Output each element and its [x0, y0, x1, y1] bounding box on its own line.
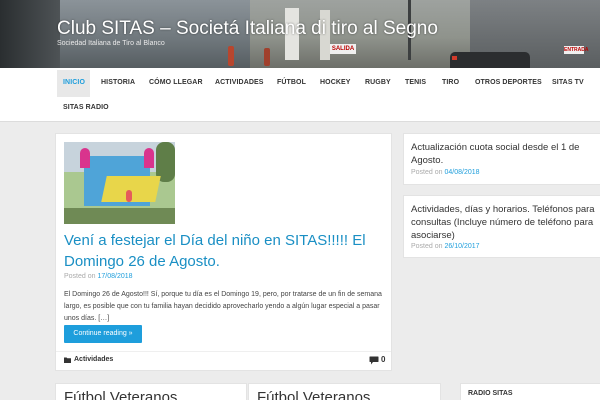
nav-item-rugby[interactable]: RUGBY	[365, 79, 391, 86]
sidebar-post: Actividades, días y horarios. Teléfonos …	[403, 195, 600, 258]
widget-title: RADIO SITAS	[468, 390, 513, 397]
nav-item-futbol[interactable]: FÚTBOL	[277, 79, 306, 86]
sidebar-post-title[interactable]: Actualización cuota social desde el 1 de…	[411, 141, 600, 167]
post-card-futbol-veteranos: Fútbol Veteranos	[55, 383, 247, 400]
sidebar-post: Actualización cuota social desde el 1 de…	[403, 133, 600, 185]
site-title[interactable]: Club SITAS – Societá Italiana di tiro al…	[57, 18, 438, 40]
nav-item-otros-deportes[interactable]: OTROS DEPORTES	[475, 79, 542, 86]
main-navigation	[0, 68, 600, 122]
header-photo-car-light	[452, 56, 457, 60]
comment-count[interactable]: 0	[381, 355, 385, 364]
post-date[interactable]: 17/08/2018	[97, 273, 132, 280]
nav-item-como-llegar[interactable]: CÓMO LLEGAR	[149, 79, 203, 86]
site-description: Sociedad Italiana de Tiro al Blanco	[57, 40, 165, 47]
nav-item-inicio[interactable]: INICIO	[63, 79, 85, 86]
nav-item-sitas-tv[interactable]: SITAS TV	[552, 79, 584, 86]
thumbnail-castle-tower	[144, 148, 154, 168]
nav-item-historia[interactable]: HISTORIA	[101, 79, 135, 86]
post-category-link[interactable]: Actividades	[74, 356, 113, 363]
sidebar-post-date[interactable]: 04/08/2018	[444, 169, 479, 176]
post-footer: Actividades 0	[56, 351, 391, 370]
post-meta: Posted on 17/08/2018	[64, 273, 133, 280]
nav-item-sitas-radio[interactable]: SITAS RADIO	[63, 104, 109, 111]
thumbnail-castle-tower	[80, 148, 90, 168]
posted-on-label: Posted on	[64, 273, 96, 280]
header-photo-left	[0, 0, 60, 68]
folder-icon	[64, 357, 71, 363]
post-card-futbol-veteranos: Fútbol Veteranos	[248, 383, 441, 400]
post-card: Vení a festejar el Día del niño en SITAS…	[55, 133, 392, 371]
sidebar-post-meta: Posted on 26/10/2017	[411, 243, 480, 250]
thumbnail-child	[126, 190, 132, 202]
post-thumbnail[interactable]	[64, 142, 175, 224]
sidebar-post-meta: Posted on 04/08/2018	[411, 169, 480, 176]
post-title[interactable]: Fútbol Veteranos	[257, 389, 370, 400]
header-photo-car	[450, 52, 530, 68]
continue-reading-button[interactable]: Continue reading »	[64, 325, 142, 343]
nav-item-tenis[interactable]: TENIS	[405, 79, 426, 86]
comment-icon[interactable]	[369, 356, 379, 365]
post-title[interactable]: Fútbol Veteranos	[64, 389, 177, 400]
posted-on-label: Posted on	[411, 169, 443, 176]
header-photo-person	[264, 48, 270, 66]
post-title[interactable]: Vení a festejar el Día del niño en SITAS…	[64, 230, 386, 272]
nav-item-actividades[interactable]: ACTIVIDADES	[215, 79, 264, 86]
header-photo-sign-salida: SALIDA	[330, 44, 356, 54]
header-photo-sign-entrada: ENTRADA	[564, 46, 589, 54]
thumbnail-grass	[64, 208, 175, 224]
post-excerpt: El Domingo 26 de Agosto!!! Sí, porque tu…	[64, 291, 382, 322]
nav-item-hockey[interactable]: HOCKEY	[320, 79, 351, 86]
header-photo-person	[228, 46, 234, 66]
sidebar-post-title[interactable]: Actividades, días y horarios. Teléfonos …	[411, 203, 600, 242]
nav-item-tiro[interactable]: TIRO	[442, 79, 459, 86]
site-header: SALIDA ENTRADA Club SITAS – Societá Ital…	[0, 0, 600, 68]
radio-sitas-widget: RADIO SITAS	[460, 383, 600, 400]
posted-on-label: Posted on	[411, 243, 443, 250]
sidebar-post-date[interactable]: 26/10/2017	[444, 243, 479, 250]
